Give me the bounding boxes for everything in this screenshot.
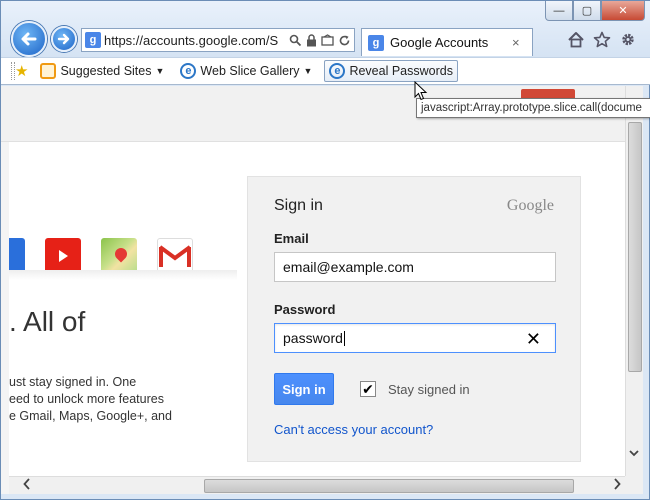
- add-to-favorites-icon[interactable]: ★: [15, 62, 28, 80]
- cant-access-account-link[interactable]: Can't access your account?: [274, 422, 433, 437]
- vertical-scrollbar[interactable]: [625, 86, 643, 476]
- tab-title: Google Accounts: [390, 35, 489, 50]
- google-favicon-icon: g: [85, 32, 101, 48]
- google-logo: Google: [506, 197, 554, 214]
- favorite-web-slice-gallery[interactable]: e Web Slice Gallery ▼: [176, 61, 316, 81]
- address-bar[interactable]: g https://accounts.google.com/S: [81, 28, 355, 52]
- favorite-label: Web Slice Gallery: [200, 64, 300, 78]
- content-left-edge: [1, 142, 9, 494]
- promo-panel: . All of ust stay signed in. One eed to …: [9, 142, 237, 476]
- email-label: Email: [274, 231, 309, 246]
- password-label: Password: [274, 302, 336, 317]
- search-icon[interactable]: [289, 34, 302, 47]
- stay-signed-in-checkbox[interactable]: ✔: [360, 381, 376, 397]
- promo-text-line: ust stay signed in. One: [9, 375, 137, 389]
- suggested-sites-icon: [40, 63, 57, 79]
- scroll-left-arrow-icon[interactable]: [23, 478, 30, 493]
- back-button[interactable]: [11, 21, 47, 57]
- maximize-button[interactable]: ▢: [573, 1, 601, 21]
- url-text[interactable]: https://accounts.google.com/S: [104, 33, 286, 48]
- forward-arrow-icon: [57, 33, 70, 45]
- mouse-pointer-icon: [414, 81, 428, 101]
- clear-field-icon[interactable]: ✕: [526, 329, 541, 350]
- horizontal-scroll-thumb[interactable]: [204, 479, 574, 493]
- email-field[interactable]: email@example.com: [274, 252, 556, 282]
- promo-headline: . All of: [9, 306, 86, 337]
- chevron-down-icon: ▼: [303, 66, 313, 76]
- horizontal-scrollbar[interactable]: [9, 476, 625, 494]
- favorite-label: Suggested Sites: [60, 64, 152, 78]
- ie-page-icon: e: [329, 63, 346, 79]
- google-favicon-icon: g: [368, 34, 384, 51]
- gear-icon[interactable]: [619, 31, 637, 48]
- browser-window: — ▢ ✕ g https://accounts.google.com/S g …: [0, 0, 650, 500]
- title-bar: — ▢ ✕ g https://accounts.google.com/S g …: [1, 1, 650, 57]
- promo-text-line: eed to unlock more features: [9, 392, 164, 406]
- favorite-suggested-sites[interactable]: Suggested Sites ▼: [36, 61, 168, 81]
- text-caret: [343, 330, 345, 346]
- signin-title: Sign in: [274, 197, 323, 214]
- favorite-reveal-passwords[interactable]: e Reveal Passwords: [324, 60, 458, 82]
- promo-fade: [9, 270, 237, 280]
- refresh-icon[interactable]: [338, 34, 351, 47]
- scroll-right-arrow-icon[interactable]: [614, 478, 621, 493]
- app-icons-row: [9, 238, 193, 274]
- promo-text-line: e Gmail, Maps, Google+, and: [9, 409, 172, 423]
- vertical-scroll-thumb[interactable]: [628, 122, 642, 372]
- home-icon[interactable]: [567, 31, 585, 48]
- minimize-button[interactable]: —: [545, 1, 573, 21]
- signin-button[interactable]: Sign in: [274, 373, 334, 405]
- scroll-down-arrow-icon[interactable]: [629, 448, 639, 460]
- window-controls: — ▢ ✕: [545, 1, 645, 21]
- close-window-button[interactable]: ✕: [601, 1, 645, 21]
- forward-button[interactable]: [51, 26, 77, 52]
- back-arrow-icon: [21, 32, 37, 46]
- ie-page-icon: e: [180, 63, 197, 79]
- promo-text: ust stay signed in. One eed to unlock mo…: [9, 374, 237, 425]
- email-value: email@example.com: [283, 259, 414, 275]
- google-drive-icon: [9, 238, 25, 274]
- password-value: password: [283, 330, 343, 346]
- favorites-star-icon[interactable]: [593, 31, 611, 48]
- favorites-bar: ★ Suggested Sites ▼ e Web Slice Gallery …: [1, 57, 650, 85]
- lock-icon[interactable]: [306, 33, 317, 47]
- compatibility-view-icon[interactable]: [321, 33, 334, 47]
- favorite-label: Reveal Passwords: [349, 64, 453, 78]
- page-content: . All of ust stay signed in. One eed to …: [1, 86, 625, 476]
- scrollbar-corner: [625, 476, 643, 494]
- tab-google-accounts[interactable]: g Google Accounts ×: [361, 28, 533, 56]
- password-field[interactable]: password ✕: [274, 323, 556, 353]
- chevron-down-icon: ▼: [155, 66, 165, 76]
- tab-close-icon[interactable]: ×: [512, 35, 528, 50]
- stay-signed-in-label[interactable]: Stay signed in: [388, 382, 470, 397]
- link-tooltip: javascript:Array.prototype.slice.call(do…: [416, 98, 650, 118]
- browser-command-icons: [567, 31, 637, 48]
- youtube-icon: [45, 238, 81, 274]
- maps-icon: [101, 238, 137, 274]
- gmail-icon: [157, 238, 193, 274]
- signin-box: Sign in Google Email email@example.com P…: [247, 176, 581, 462]
